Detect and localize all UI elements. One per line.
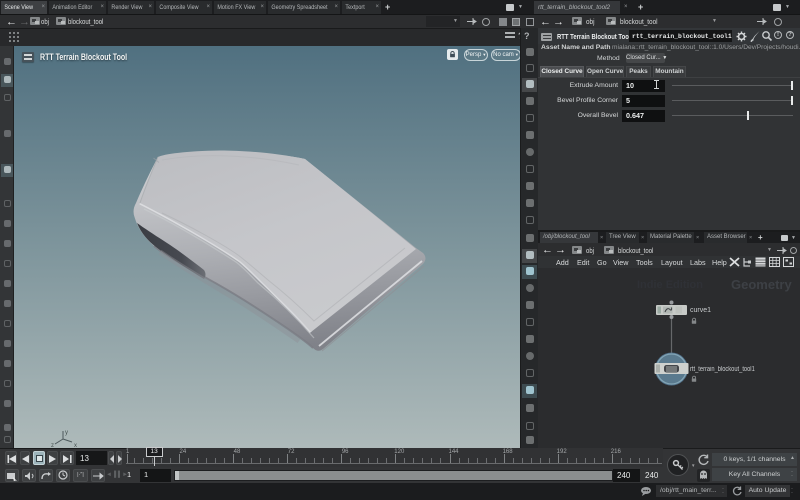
svg-text:y: y bbox=[65, 430, 68, 436]
